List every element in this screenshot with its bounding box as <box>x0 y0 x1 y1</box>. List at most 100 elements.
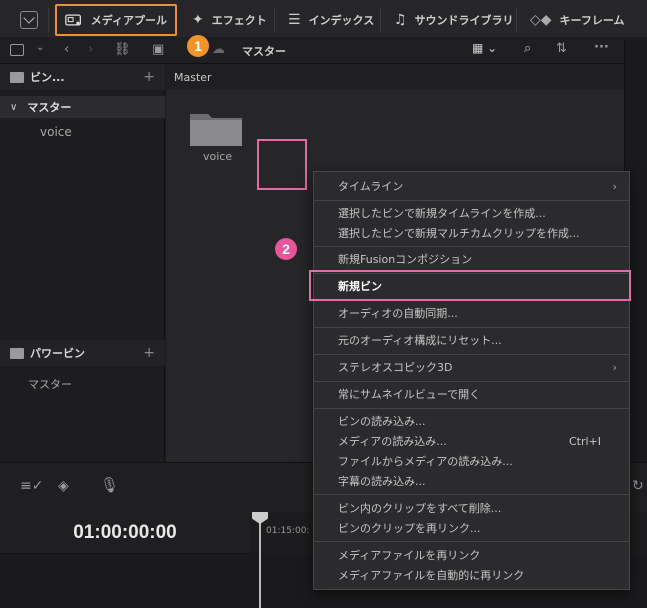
reload-icon[interactable]: ↻ <box>632 479 644 493</box>
index-button[interactable]: ☰ インデックス <box>280 6 382 34</box>
master-bin-label: マスター <box>27 101 72 114</box>
sidebar-toggle-icon[interactable] <box>10 44 24 56</box>
menu-item-delete-clips[interactable]: ビン内のクリップをすべて削除... <box>314 498 629 518</box>
chevron-down-icon <box>23 12 35 24</box>
chevron-right-icon: › <box>612 179 617 193</box>
menu-item-auto-relink-media[interactable]: メディアファイルを自動的に再リンク <box>314 565 629 585</box>
bins-header: ビン... + <box>0 64 165 90</box>
menu-item-auto-sync-audio[interactable]: オーディオの自動同期... <box>314 303 629 323</box>
grid-view-icon[interactable]: ▦ ⌄ <box>472 42 497 54</box>
menu-item-new-multicam[interactable]: 選択したビンで新規マルチカムクリップを作成... <box>314 223 629 243</box>
menu-item-import-bin[interactable]: ビンの読み込み... <box>314 411 629 431</box>
menu-item-label: メディアの読み込み... <box>338 435 447 448</box>
back-arrow-icon[interactable]: ‹ <box>64 43 69 56</box>
step-badge-1: 1 <box>187 35 209 57</box>
chevron-down-icon[interactable]: ∨ <box>10 102 17 113</box>
power-bins-header: パワービン + <box>0 340 165 366</box>
master-bin-row[interactable]: ∨ マスター <box>0 96 165 118</box>
sort-icon[interactable]: ⇅ <box>556 42 567 55</box>
menu-item-timeline[interactable]: タイムライン › <box>314 176 629 196</box>
menu-item-label: ファイルからメディアの読み込み... <box>338 455 513 468</box>
media-pool-icon <box>65 14 81 26</box>
sound-library-label: サウンドライブラリ <box>414 14 514 27</box>
voice-bin-label: voice <box>40 125 72 139</box>
menu-item-label: メディアファイルを自動的に再リンク <box>338 569 525 582</box>
effects-button[interactable]: ✦ エフェクト <box>184 6 275 34</box>
power-bin-master-row[interactable]: マスター <box>28 376 72 392</box>
menu-item-import-media[interactable]: メディアの読み込み... Ctrl+I <box>314 431 629 451</box>
ruler-time-label: 01:15:00: <box>266 526 310 536</box>
effects-label: エフェクト <box>211 14 267 27</box>
menu-item-label: 常にサムネイルビューで開く <box>338 388 481 401</box>
menu-item-import-subtitle[interactable]: 字幕の読み込み... <box>314 471 629 491</box>
menu-item-label: タイムライン <box>338 180 404 193</box>
menu-item-label: ビンの読み込み... <box>338 415 426 428</box>
magic-wand-icon: ✦ <box>192 12 204 28</box>
menu-item-thumbnail-view[interactable]: 常にサムネイルビューで開く <box>314 384 629 404</box>
audio-icon[interactable]: ☁ <box>212 43 225 56</box>
unlink-icon[interactable]: ⛓ <box>114 43 131 56</box>
step-badge-2: 2 <box>275 238 297 260</box>
menu-item-relink-media[interactable]: メディアファイルを再リンク <box>314 545 629 565</box>
index-label: インデックス <box>308 14 375 27</box>
timecode-display: 01:00:00:00 <box>0 512 250 554</box>
bin-list-panel: ビン... + ∨ マスター voice パワービン + マスター <box>0 64 165 462</box>
menu-item-import-media-from-file[interactable]: ファイルからメディアの読み込み... <box>314 451 629 471</box>
thumbnail-icon[interactable]: ▣ <box>152 43 164 56</box>
music-note-icon: ♫ <box>394 12 407 28</box>
keyframes-label: キーフレーム <box>559 14 625 27</box>
add-bin-icon[interactable]: + <box>143 69 155 85</box>
folder-icon <box>190 114 242 146</box>
folder-item[interactable]: voice <box>188 108 246 168</box>
edit-mode-icon[interactable]: ≡✓ <box>20 479 43 493</box>
media-pool-label: メディアプール <box>90 14 167 27</box>
path-label: Master <box>174 70 212 84</box>
menu-item-label: 新規Fusionコンポジション <box>338 253 473 266</box>
menu-item-label: ステレオスコピック3D <box>338 361 453 374</box>
media-pool-toolbar: ⌄ ‹ › ⛓ ▣ ☁ マスター ▦ ⌄ ⌕ ⇅ ··· ▤ <box>0 37 647 64</box>
menu-item-reset-audio[interactable]: 元のオーディオ構成にリセット... <box>314 330 629 350</box>
microphone-icon[interactable]: 🎙 <box>100 478 119 493</box>
menu-item-new-timeline[interactable]: 選択したビンで新規タイムラインを作成... <box>314 203 629 223</box>
menu-item-label: 選択したビンで新規タイムラインを作成... <box>338 207 546 220</box>
power-bin-icon <box>10 347 24 359</box>
list-icon: ☰ <box>288 12 301 28</box>
menu-item-label: ビンのクリップを再リンク... <box>338 522 481 535</box>
top-toolbar: メディアプール ✦ エフェクト ☰ インデックス ♫ サウンドライブラリ ◇◆ … <box>0 0 647 40</box>
menu-item-label: ビン内のクリップをすべて削除... <box>338 502 502 515</box>
new-bin-highlight <box>309 270 631 301</box>
keyframes-button[interactable]: ◇◆ キーフレーム <box>522 6 633 34</box>
keyframe-icon: ◇◆ <box>530 12 552 28</box>
chevron-right-icon: › <box>612 360 617 374</box>
forward-arrow-icon[interactable]: › <box>88 43 93 56</box>
menu-item-label: 元のオーディオ構成にリセット... <box>338 334 502 347</box>
menu-item-label: オーディオの自動同期... <box>338 307 458 320</box>
voice-bin-row[interactable]: voice <box>40 125 72 139</box>
empty-area-highlight <box>257 139 307 190</box>
path-bar: Master <box>166 64 624 90</box>
power-bin-master-label: マスター <box>28 378 72 391</box>
power-bins-label: パワービン <box>30 347 85 360</box>
folder-label: voice <box>203 150 233 163</box>
sound-library-button[interactable]: ♫ サウンドライブラリ <box>386 6 522 34</box>
folder-icon <box>10 71 24 83</box>
panel-toggle-button[interactable] <box>20 11 38 29</box>
keyframe-toggle-icon[interactable]: ◈ <box>58 479 69 493</box>
media-pool-button[interactable]: メディアプール <box>55 4 177 36</box>
context-menu: タイムライン › 選択したビンで新規タイムラインを作成... 選択したビンで新規… <box>313 171 630 590</box>
menu-item-label: メディアファイルを再リンク <box>338 549 481 562</box>
search-icon[interactable]: ⌕ <box>524 42 531 55</box>
add-power-bin-icon[interactable]: + <box>143 345 155 361</box>
menu-item-stereoscopic[interactable]: ステレオスコピック3D › <box>314 357 629 377</box>
bins-header-label: ビン... <box>30 71 65 84</box>
playhead[interactable] <box>259 512 261 608</box>
menu-item-relink-bin-clips[interactable]: ビンのクリップを再リンク... <box>314 518 629 538</box>
menu-item-label: 選択したビンで新規マルチカムクリップを作成... <box>338 227 580 240</box>
breadcrumb: マスター <box>242 45 286 58</box>
chevron-down-icon[interactable]: ⌄ <box>36 43 44 53</box>
menu-item-new-fusion[interactable]: 新規Fusionコンポジション <box>314 249 629 269</box>
more-options-icon[interactable]: ··· <box>594 41 609 54</box>
shortcut-label: Ctrl+I <box>568 434 601 448</box>
timecode-value: 01:00:00:00 <box>73 521 177 543</box>
menu-item-label: 字幕の読み込み... <box>338 475 426 488</box>
